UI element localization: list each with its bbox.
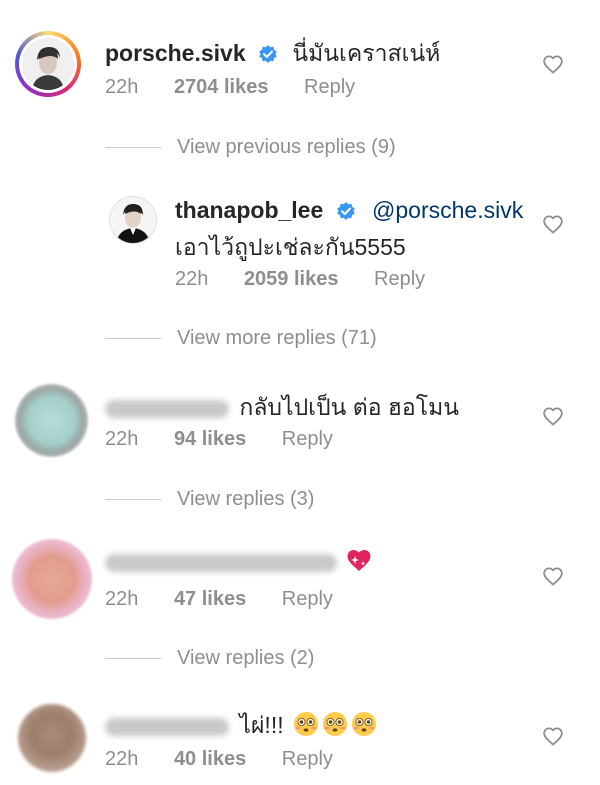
- comment-text: ไผ่!!!: [239, 712, 284, 738]
- view-more-replies-label: View more replies (71): [177, 327, 377, 349]
- comment-3-line: กลับไปเป็น ต่อ ฮอโมน: [105, 390, 459, 426]
- reply-button[interactable]: Reply: [282, 588, 333, 610]
- heart-outline-icon[interactable]: [542, 406, 564, 426]
- comment-text: กลับไปเป็น ต่อ ฮอโมน: [239, 394, 459, 420]
- comment-4-meta: 22h 47 likes Reply: [105, 588, 363, 611]
- verified-badge-icon: [336, 202, 355, 220]
- sparkling-heart-emoji: [347, 550, 371, 571]
- divider-line: [105, 658, 161, 659]
- divider-line: [105, 499, 161, 500]
- heart-outline-icon[interactable]: [542, 566, 564, 586]
- likes-count[interactable]: 40 likes: [174, 748, 246, 770]
- comment-time: 22h: [175, 268, 209, 290]
- likes-count[interactable]: 2704 likes: [174, 76, 269, 98]
- likes-count[interactable]: 47 likes: [174, 588, 246, 610]
- comment-time: 22h: [105, 588, 139, 610]
- reply-1-line: thanapob_lee @porsche.sivk: [175, 197, 523, 224]
- comment-4-line: [105, 548, 372, 575]
- comment-time: 22h: [105, 748, 139, 770]
- view-replies-label: View replies (3): [177, 488, 315, 510]
- username-blurred[interactable]: [105, 399, 229, 418]
- avatar-blurred[interactable]: [15, 384, 88, 457]
- username-porsche-sivk[interactable]: porsche.sivk: [105, 40, 246, 66]
- heart-outline-icon[interactable]: [542, 54, 564, 74]
- reply-button[interactable]: Reply: [374, 268, 425, 290]
- likes-count[interactable]: 2059 likes: [244, 268, 339, 290]
- comment-time: 22h: [105, 76, 139, 98]
- heart-outline-icon[interactable]: [542, 726, 564, 746]
- comment-text: นี่มันเคราสเน่ห์: [292, 40, 441, 66]
- view-more-replies-link[interactable]: View more replies (71): [105, 327, 377, 350]
- reply-button[interactable]: Reply: [282, 748, 333, 770]
- username-blurred[interactable]: [105, 553, 337, 572]
- comment-1-line: porsche.sivk นี่มันเคราสเน่ห์: [105, 36, 440, 72]
- view-previous-replies-label: View previous replies (9): [177, 136, 396, 158]
- verified-badge-icon: [259, 45, 277, 63]
- reply-button[interactable]: Reply: [282, 428, 333, 450]
- avatar-blurred[interactable]: [18, 704, 86, 772]
- comment-5-meta: 22h 40 likes Reply: [105, 748, 363, 771]
- avatar-porsche-sivk[interactable]: [15, 31, 81, 97]
- comment-time: 22h: [105, 428, 139, 450]
- view-replies-link[interactable]: View replies (3): [105, 488, 314, 511]
- mention-link[interactable]: @porsche.sivk: [372, 197, 523, 223]
- divider-line: [105, 338, 161, 339]
- username-thanapob-lee[interactable]: thanapob_lee: [175, 197, 323, 223]
- reply-button[interactable]: Reply: [304, 76, 355, 98]
- reply-1-meta: 22h 2059 likes Reply: [175, 268, 455, 291]
- comment-5-line: ไผ่!!!: [105, 708, 377, 744]
- view-replies-label: View replies (2): [177, 647, 315, 669]
- username-blurred[interactable]: [105, 717, 229, 736]
- view-previous-replies-link[interactable]: View previous replies (9): [105, 136, 396, 159]
- reply-1-text: เอาไว้ถูปะเช่ละกัน5555: [175, 234, 406, 260]
- view-replies-link[interactable]: View replies (2): [105, 647, 314, 670]
- heart-outline-icon[interactable]: [542, 214, 564, 234]
- likes-count[interactable]: 94 likes: [174, 428, 246, 450]
- avatar-thanapob-lee[interactable]: [109, 196, 157, 244]
- comment-3-meta: 22h 94 likes Reply: [105, 428, 363, 451]
- flushed-face-emoji: [294, 712, 376, 736]
- divider-line: [105, 147, 161, 148]
- comment-1-meta: 22h 2704 likes Reply: [105, 76, 385, 99]
- avatar-blurred[interactable]: [12, 539, 92, 619]
